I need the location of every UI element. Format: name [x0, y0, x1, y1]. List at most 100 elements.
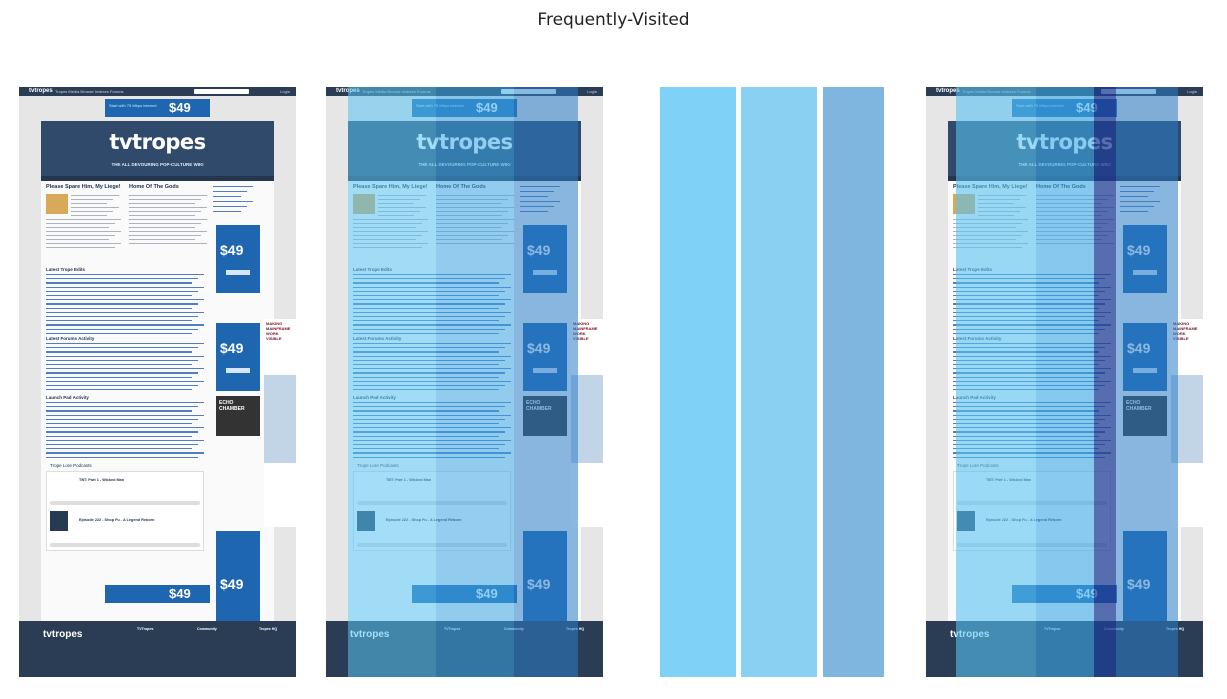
- text-line: [129, 227, 195, 229]
- text-line: [46, 316, 198, 318]
- hero-logo: tvtropes: [109, 130, 206, 154]
- ad-price: $49: [220, 340, 244, 356]
- heat-band: [1116, 87, 1178, 677]
- screenshot-panel-overlay-a: tvtropes Tropes Media Browse Indexes For…: [326, 87, 603, 677]
- footer-column: Tropes HQ: [259, 627, 277, 631]
- text-line: [129, 239, 195, 241]
- heat-strip: [823, 87, 884, 677]
- section-heading: Latest Trope Edits: [46, 267, 86, 272]
- text-line: [46, 406, 198, 408]
- text-line: [46, 328, 198, 330]
- text-line: [46, 243, 121, 245]
- text-line: [46, 359, 198, 362]
- side-rail-ad[interactable]: MAKING MAINFRAME WORK VISIBLE: [264, 319, 296, 527]
- text-line: [46, 423, 192, 425]
- text-line: [46, 332, 192, 335]
- sidebar-ad[interactable]: $49: [216, 531, 260, 631]
- echo-chamber-ad[interactable]: ECHO CHAMBER: [216, 396, 260, 436]
- text-line: [46, 385, 198, 387]
- text-line: [46, 364, 192, 366]
- text-line: [46, 448, 192, 450]
- text-line: [129, 231, 207, 233]
- audio-player[interactable]: [50, 543, 200, 547]
- ad-artwork: [264, 375, 296, 463]
- text-line: [129, 235, 201, 237]
- text-line: [46, 311, 204, 314]
- text-line: [129, 243, 207, 245]
- text-line: [46, 343, 204, 345]
- ad-button[interactable]: [226, 270, 250, 275]
- text-line: [46, 410, 192, 412]
- ad-button[interactable]: [226, 368, 250, 373]
- ad-text: ECHO CHAMBER: [219, 400, 245, 412]
- text-line: [46, 431, 198, 433]
- site-nav[interactable]: Tropes Media Browse Indexes Forums: [55, 89, 124, 94]
- sidebar-ad[interactable]: $49: [216, 323, 260, 391]
- footer-column: Community: [197, 627, 217, 631]
- login-link[interactable]: Login: [1187, 89, 1197, 94]
- feature-title: Please Spare Him, My Liege!: [46, 184, 121, 190]
- text-line: [46, 389, 192, 391]
- text-line: [46, 290, 198, 293]
- site-logo[interactable]: tvtropes: [29, 88, 53, 94]
- text-line: [46, 235, 115, 237]
- heat-strip: [741, 87, 817, 677]
- heat-band: [1094, 87, 1116, 677]
- text-line: [46, 278, 198, 280]
- text-line: [46, 320, 192, 322]
- text-line: [46, 223, 115, 225]
- text-line: [71, 195, 119, 197]
- ad-price: $49: [220, 576, 244, 592]
- screenshot-panel-original: tvtropes Tropes Media Browse Indexes For…: [19, 87, 296, 677]
- text-line: [46, 414, 204, 416]
- text-line: [71, 207, 119, 209]
- text-line: [213, 196, 241, 198]
- text-line: [46, 307, 192, 309]
- footer-column: TVTropes: [137, 627, 153, 631]
- text-line: [46, 452, 204, 454]
- text-line: [46, 231, 121, 233]
- audio-player[interactable]: [50, 501, 200, 505]
- section-heading: Latest Forums Activity: [46, 336, 95, 341]
- text-line: [46, 303, 198, 305]
- text-line: [46, 274, 204, 276]
- podcast-title[interactable]: Episode 222 - Shop Fu - A Legend Reborn: [79, 518, 154, 522]
- heat-band: [514, 87, 578, 677]
- top-banner-ad[interactable]: Start with 75 Mbps internet $49: [105, 99, 210, 117]
- screenshot-panel-overlay-b: tvtropes Tropes Media Browse Indexes For…: [926, 87, 1203, 677]
- podcast-title[interactable]: TBT: Part 1 - Wicked Man: [79, 478, 124, 482]
- text-line: [129, 211, 201, 213]
- text-line: [46, 402, 204, 404]
- footer-heading: Community: [197, 627, 217, 631]
- sidebar-ad[interactable]: $49: [216, 225, 260, 293]
- text-line: [129, 223, 201, 225]
- heat-band: [1036, 87, 1094, 677]
- text-line: [46, 439, 204, 442]
- feature-image: [46, 194, 68, 214]
- text-line: [71, 203, 107, 205]
- footer-logo[interactable]: tvtropes: [43, 629, 82, 640]
- heat-band: [436, 87, 514, 677]
- hero-banner: tvtropes THE ALL DEVOURING POP-CULTURE W…: [41, 121, 274, 176]
- search-input[interactable]: [194, 89, 249, 94]
- bottom-banner-ad[interactable]: $49: [105, 585, 210, 603]
- text-line: [129, 195, 207, 197]
- hero-caption: THE ALL DEVOURING POP-CULTURE WIKI: [111, 162, 204, 167]
- podcast-card: [46, 471, 204, 551]
- section-heading: Trope Lore Podcasts: [50, 463, 92, 468]
- text-line: [46, 295, 192, 297]
- text-line: [46, 444, 198, 446]
- text-line: [46, 299, 204, 301]
- login-link[interactable]: Login: [280, 89, 290, 94]
- feature-left[interactable]: Please Spare Him, My Liege!: [46, 184, 121, 190]
- login-link[interactable]: Login: [587, 89, 597, 94]
- text-line: [46, 239, 109, 241]
- text-line: [71, 199, 113, 201]
- ad-price: $49: [169, 100, 191, 115]
- heat-band: [956, 87, 1036, 677]
- text-line: [129, 203, 195, 205]
- text-line: [46, 372, 198, 374]
- text-line: [46, 355, 204, 357]
- heat-band: [348, 87, 436, 677]
- feature-right[interactable]: Home Of The Gods: [129, 184, 204, 190]
